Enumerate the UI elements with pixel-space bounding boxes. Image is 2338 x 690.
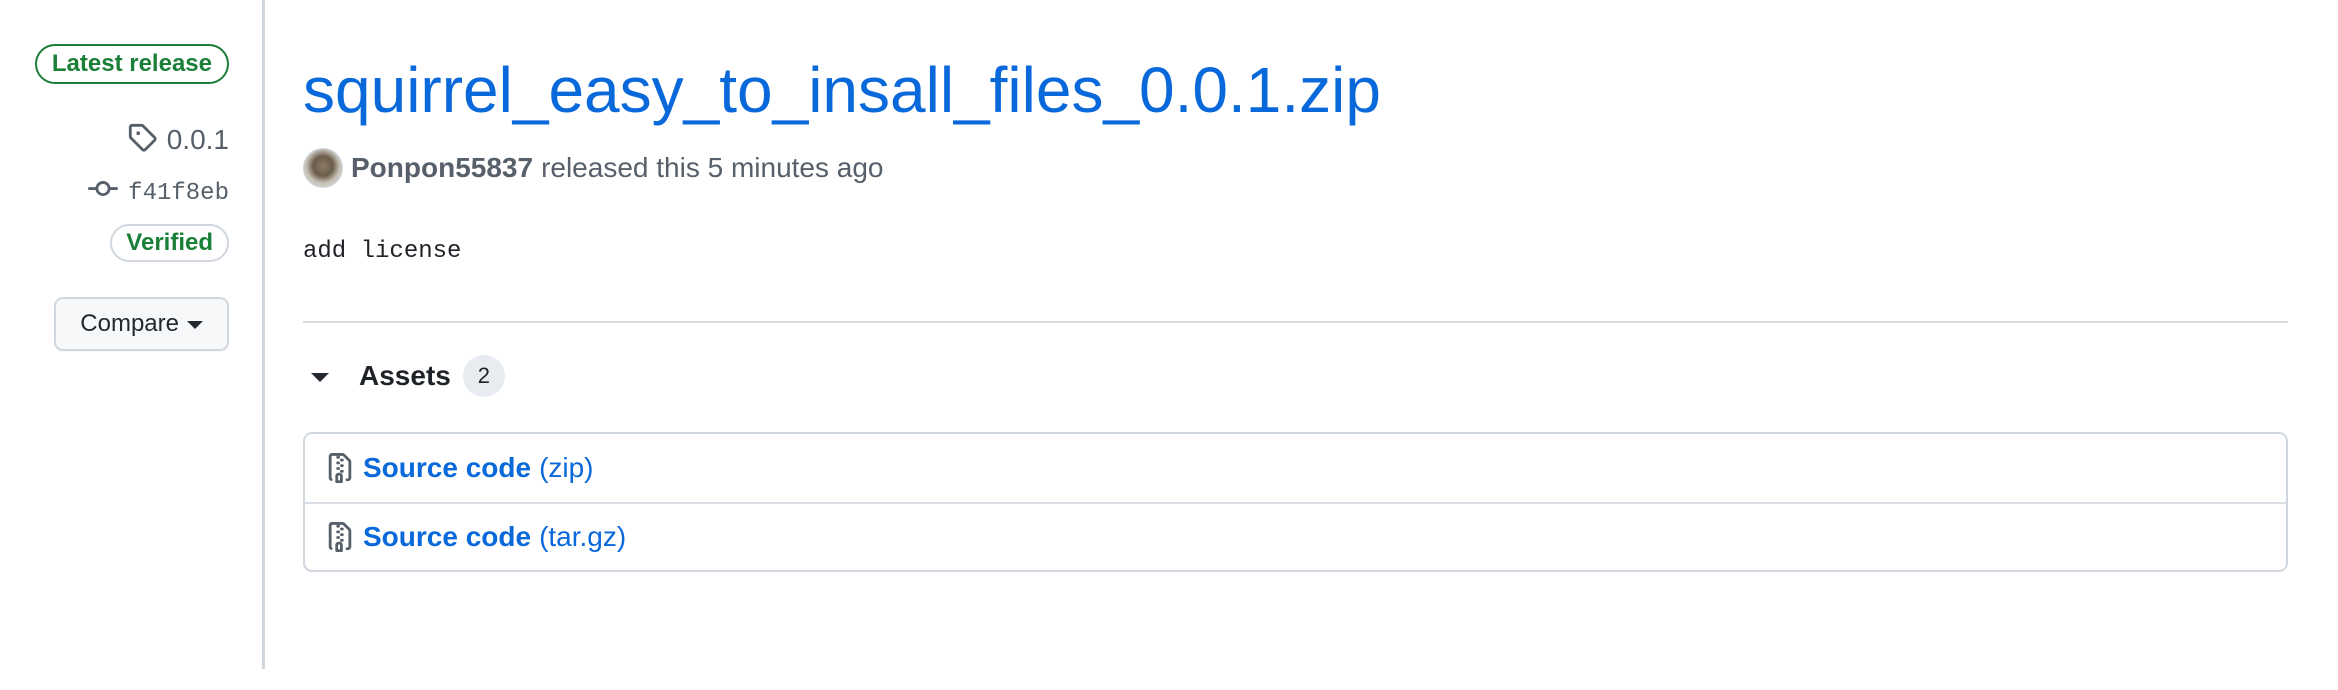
assets-label: Assets: [359, 360, 451, 391]
verified-badge[interactable]: Verified: [110, 224, 229, 262]
assets-count-badge: 2: [462, 355, 505, 397]
file-zip-icon: [325, 522, 355, 552]
asset-name: Source code: [363, 452, 532, 483]
tag-link[interactable]: 0.0.1: [127, 122, 229, 158]
tag-icon: [127, 122, 157, 159]
assets-toggle[interactable]: Assets 2: [303, 355, 505, 397]
asset-source-zip[interactable]: Source code (zip): [305, 434, 2286, 502]
triangle-down-icon: [311, 373, 329, 382]
file-zip-icon: [325, 453, 355, 483]
divider: [303, 321, 2288, 323]
asset-source-targz[interactable]: Source code (tar.gz): [305, 502, 2286, 570]
tag-name: 0.0.1: [166, 124, 229, 155]
asset-name: Source code: [363, 521, 532, 552]
release-sidebar: Latest release 0.0.1 f41f8eb Verified Co…: [0, 0, 265, 669]
avatar[interactable]: [303, 148, 343, 188]
asset-format: (zip): [539, 452, 594, 483]
commit-link[interactable]: f41f8eb: [88, 175, 229, 211]
latest-release-badge: Latest release: [34, 44, 229, 84]
release-notes: add license: [303, 238, 462, 265]
asset-format: (tar.gz): [539, 521, 627, 552]
assets-list: Source code (zip) Source code (tar.gz): [303, 432, 2288, 572]
release-title[interactable]: squirrel_easy_to_insall_files_0.0.1.zip: [303, 50, 1381, 130]
triangle-down-icon: [187, 321, 203, 329]
release-time-text: released this 5 minutes ago: [541, 152, 884, 183]
author-link[interactable]: Ponpon55837: [351, 152, 533, 184]
commit-sha: f41f8eb: [128, 179, 229, 207]
compare-label: Compare: [80, 310, 179, 337]
compare-button[interactable]: Compare: [54, 297, 229, 351]
git-commit-icon: [88, 174, 119, 212]
release-author-row: Ponpon55837 released this 5 minutes ago: [303, 148, 884, 188]
release-page: Latest release 0.0.1 f41f8eb Verified Co…: [0, 0, 2338, 690]
